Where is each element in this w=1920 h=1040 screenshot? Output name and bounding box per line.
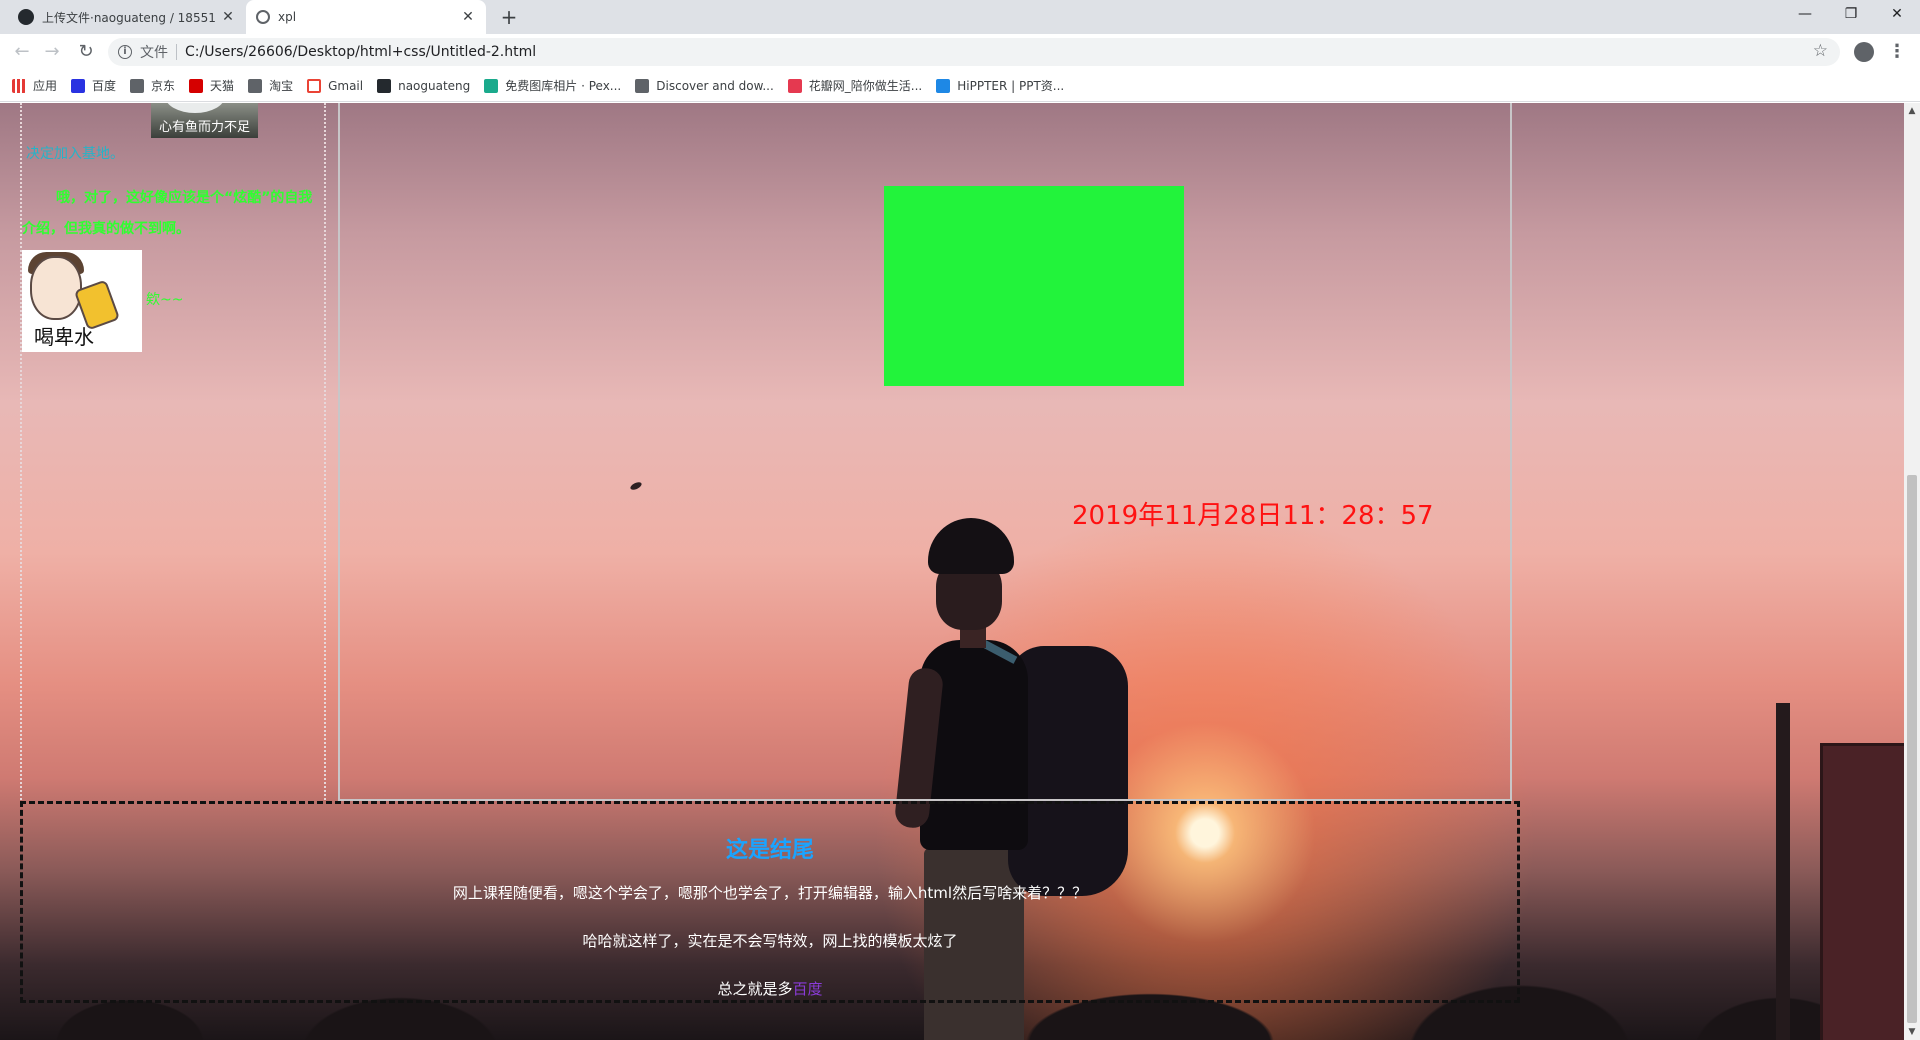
bookmark-label: 应用 <box>33 79 58 93</box>
tab-title: xpl <box>278 10 297 24</box>
bookmarks-bar: 应用 百度 京东 天猫 淘宝 Gmail naoguateng 免费图库相片 ·… <box>0 70 1920 102</box>
bookmark-label: 淘宝 <box>269 79 294 93</box>
green-box <box>884 186 1184 386</box>
bookmark-naoguateng[interactable]: naoguateng <box>377 78 471 93</box>
bookmark-label: 花瓣网_陪你做生活... <box>808 79 923 93</box>
url-text[interactable]: C:/Users/26606/Desktop/html+css/Untitled… <box>185 44 536 60</box>
avatar-caption: 心有鱼而力不足 <box>158 120 250 135</box>
reload-button[interactable]: ↻ <box>74 40 98 64</box>
avatar-bowl <box>165 103 225 113</box>
tab-title: 上传文件·naoguateng / 18551 <box>42 10 216 25</box>
bookmark-label: 百度 <box>92 79 117 93</box>
new-tab-button[interactable]: + <box>498 7 520 29</box>
scroll-up-arrow-icon[interactable]: ▲ <box>1904 103 1920 119</box>
minimize-button[interactable]: — <box>1782 0 1828 30</box>
footer-link-prefix: 总之就是多 <box>717 980 793 998</box>
browser-toolbar: ← → ↻ i 文件 C:/Users/26606/Desktop/html+c… <box>0 34 1920 70</box>
globe-icon <box>256 10 270 24</box>
address-bar[interactable]: i 文件 C:/Users/26606/Desktop/html+css/Unt… <box>108 38 1840 66</box>
close-icon[interactable]: ✕ <box>220 9 236 25</box>
scroll-thumb[interactable] <box>1907 475 1917 1023</box>
bookmark-tmall[interactable]: 天猫 <box>189 77 234 94</box>
globe-icon <box>248 78 263 93</box>
intro-text-join: 决定加入基地。 <box>26 146 124 162</box>
apps-icon <box>12 78 26 93</box>
footer-line: 哈哈就这样了，实在是不会写特效，网上找的模板太炫了 <box>582 932 958 950</box>
bookmark-gmail[interactable]: Gmail <box>307 78 364 93</box>
bookmark-star-icon[interactable]: ☆ <box>1813 41 1828 61</box>
meme-caption: 喝卑水 <box>34 325 94 349</box>
pexels-icon <box>484 78 499 93</box>
profile-icon[interactable] <box>1854 42 1874 62</box>
tab-strip: 上传文件·naoguateng / 18551 ✕ xpl ✕ + — ❐ ✕ <box>0 0 1920 34</box>
forward-button[interactable]: → <box>40 40 64 64</box>
scheme-label: 文件 <box>140 45 168 61</box>
bookmark-discover[interactable]: Discover and dow... <box>635 78 774 93</box>
tab-github-upload[interactable]: 上传文件·naoguateng / 18551 ✕ <box>8 0 246 34</box>
intro-text-cool: 哦，对了，这好像应该是个“炫酷”的自我介绍，但我真的做不到啊。 <box>22 190 313 237</box>
vertical-scrollbar[interactable]: ▲ ▼ <box>1904 103 1920 1040</box>
window-close-button[interactable]: ✕ <box>1874 0 1920 30</box>
baidu-icon <box>71 78 86 93</box>
meme-face <box>30 256 82 320</box>
bookmark-huaban[interactable]: 花瓣网_陪你做生活... <box>787 77 923 94</box>
sign-board <box>1820 743 1904 1040</box>
bookmark-label: Gmail <box>328 78 364 93</box>
gmail-icon <box>307 78 322 93</box>
drink-meme-image: 喝卑水 <box>22 250 142 352</box>
bookmark-pexels[interactable]: 免费图库相片 · Pex... <box>484 77 621 94</box>
globe-icon <box>130 78 145 93</box>
footer-title: 这是结尾 <box>725 838 814 863</box>
intro-text-sigh: 欸~~ <box>146 292 184 308</box>
address-divider <box>176 44 177 60</box>
menu-icon[interactable]: ⋮ <box>1888 40 1906 64</box>
close-icon[interactable]: ✕ <box>460 9 476 25</box>
bookmark-baidu[interactable]: 百度 <box>71 77 116 94</box>
bookmark-label: 免费图库相片 · Pex... <box>505 79 622 93</box>
footer-box: 这是结尾 网上课程随便看，嗯这个学会了，嗯那个也学会了，打开编辑器，输入html… <box>20 801 1520 1003</box>
sign-post <box>1776 703 1790 1040</box>
bookmark-label: 京东 <box>151 79 176 93</box>
hippter-icon <box>936 78 951 93</box>
globe-icon <box>635 78 650 93</box>
tmall-icon <box>189 78 204 93</box>
bookmark-label: HiPPTER | PPT资... <box>957 79 1065 93</box>
footer-line: 网上课程随便看，嗯这个学会了，嗯那个也学会了，打开编辑器，输入html然后写啥来… <box>452 884 1088 902</box>
bookmark-label: Discover and dow... <box>656 78 774 93</box>
scroll-down-arrow-icon[interactable]: ▼ <box>1904 1024 1920 1040</box>
footer-line-with-link: 总之就是多百度 <box>23 978 1517 999</box>
back-button[interactable]: ← <box>10 40 34 64</box>
maximize-button[interactable]: ❐ <box>1828 0 1874 30</box>
baidu-link[interactable]: 百度 <box>793 980 823 998</box>
bookmark-apps[interactable]: 应用 <box>12 77 57 94</box>
tab-xpl[interactable]: xpl ✕ <box>246 0 486 34</box>
page-viewport[interactable]: 心有鱼而力不足 决定加入基地。 哦，对了，这好像应该是个“炫酷”的自我介绍，但我… <box>0 103 1904 1040</box>
bookmark-label: naoguateng <box>398 78 471 93</box>
date-time-clock: 2019年11月28日11：28：57 <box>1072 501 1434 531</box>
github-icon <box>377 78 392 93</box>
github-icon <box>18 9 34 25</box>
bookmark-jd[interactable]: 京东 <box>130 77 175 94</box>
huaban-icon <box>787 78 802 93</box>
avatar-image: 心有鱼而力不足 <box>151 103 258 138</box>
bookmark-hippter[interactable]: HiPPTER | PPT资... <box>936 77 1064 94</box>
bookmark-taobao[interactable]: 淘宝 <box>248 77 293 94</box>
bookmark-label: 天猫 <box>210 79 235 93</box>
info-icon[interactable]: i <box>118 45 132 59</box>
